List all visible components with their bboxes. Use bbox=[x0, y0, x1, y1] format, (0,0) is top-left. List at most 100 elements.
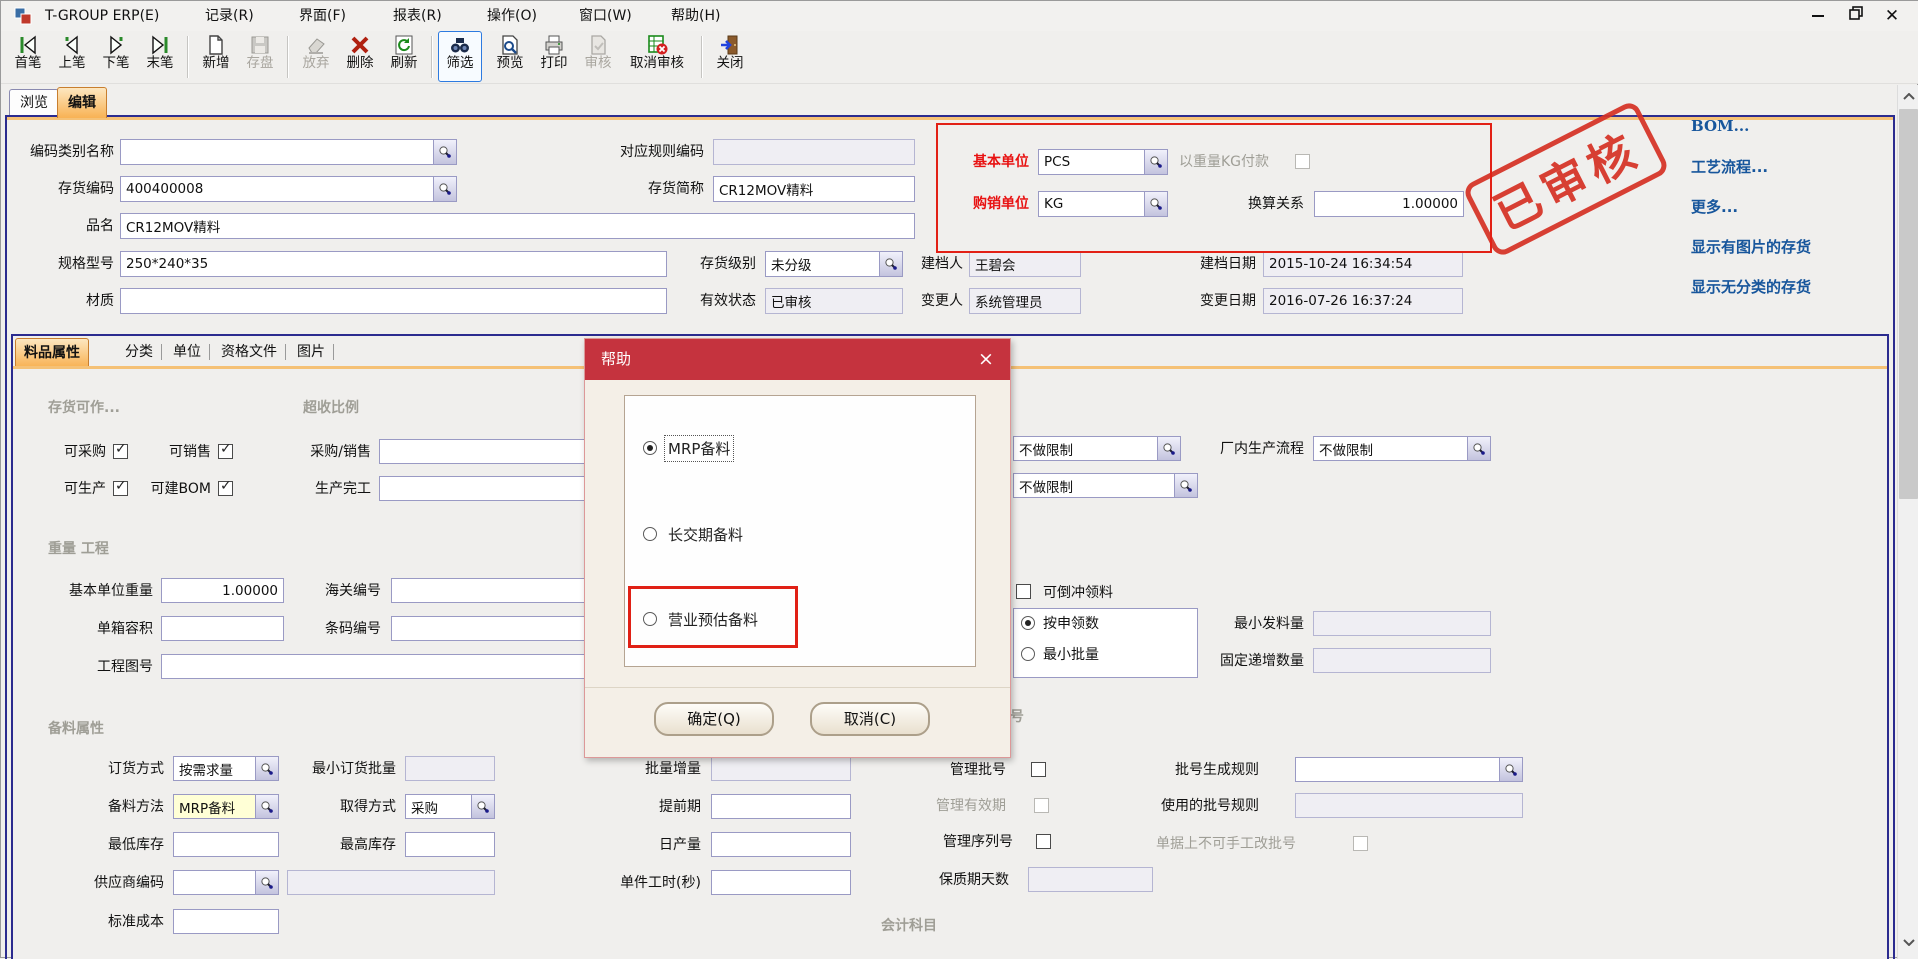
tab-browse[interactable]: 浏览 bbox=[9, 89, 59, 116]
menu-interface[interactable]: 界面(F) bbox=[293, 6, 352, 26]
toolbar-discard-button[interactable]: 放弃 bbox=[295, 32, 337, 81]
menu-window[interactable]: 窗口(W) bbox=[573, 6, 638, 26]
lookup-icon[interactable] bbox=[1144, 192, 1167, 216]
lookup-icon[interactable] bbox=[1144, 150, 1167, 174]
menu-record[interactable]: 记录(R) bbox=[199, 6, 260, 26]
base-unit-field[interactable]: PCS bbox=[1038, 149, 1168, 175]
menu-help[interactable]: 帮助(H) bbox=[665, 6, 726, 26]
lookup-icon[interactable] bbox=[255, 757, 278, 780]
can-sale-checkbox[interactable] bbox=[218, 444, 233, 459]
restore-icon[interactable] bbox=[1841, 5, 1871, 27]
lookup-icon[interactable] bbox=[1174, 474, 1197, 497]
batch-rule-field[interactable] bbox=[1295, 757, 1523, 782]
order-mode-field[interactable]: 按需求量 bbox=[173, 756, 279, 781]
unit-hours-field[interactable] bbox=[711, 870, 851, 895]
rule-code-field[interactable] bbox=[713, 139, 915, 165]
can-bom-checkbox[interactable] bbox=[218, 481, 233, 496]
subtab-item-attributes[interactable]: 料品属性 bbox=[15, 338, 89, 367]
link-show-with-images[interactable]: 显示有图片的存货 bbox=[1691, 236, 1811, 257]
lookup-icon[interactable] bbox=[471, 795, 494, 818]
supplier-code-field[interactable] bbox=[173, 870, 279, 895]
subtab-image[interactable]: 图片 bbox=[289, 338, 333, 366]
lookup-icon[interactable] bbox=[1157, 437, 1180, 460]
toolbar-delete-button[interactable]: 删除 bbox=[339, 32, 381, 81]
pay-by-kg-checkbox[interactable] bbox=[1295, 154, 1310, 169]
toolbar-print-button[interactable]: 打印 bbox=[533, 32, 575, 81]
min-stock-field[interactable] bbox=[173, 832, 279, 857]
backflush-checkbox[interactable] bbox=[1016, 584, 1031, 599]
link-more[interactable]: 更多... bbox=[1691, 196, 1738, 217]
manage-batch-checkbox[interactable] bbox=[1031, 762, 1046, 777]
link-bom[interactable]: BOM... bbox=[1691, 117, 1749, 135]
prep-method-field[interactable]: MRP备料 bbox=[173, 794, 279, 819]
dialog-close-icon[interactable]: × bbox=[974, 347, 998, 371]
dialog-cancel-button[interactable]: 取消(C) bbox=[810, 702, 930, 736]
inventory-code-field[interactable]: 400400008 bbox=[120, 176, 457, 202]
link-process-flow[interactable]: 工艺流程... bbox=[1691, 156, 1768, 177]
tab-edit[interactable]: 编辑 bbox=[57, 87, 107, 118]
mrp-option-radio[interactable] bbox=[643, 441, 657, 455]
material-field[interactable] bbox=[120, 288, 667, 314]
lookup-icon[interactable] bbox=[433, 140, 456, 164]
toolbar-prev-button[interactable]: 上笔 bbox=[51, 32, 93, 81]
toolbar-close-button[interactable]: 关闭 bbox=[709, 32, 751, 81]
close-icon[interactable]: ✕ bbox=[1877, 5, 1907, 27]
trade-unit-field[interactable]: KG bbox=[1038, 191, 1168, 217]
manage-expiry-checkbox[interactable] bbox=[1034, 798, 1049, 813]
mrp-option-label[interactable]: MRP备料 bbox=[665, 436, 733, 461]
no-manual-batch-checkbox[interactable] bbox=[1353, 836, 1368, 851]
max-stock-field[interactable] bbox=[405, 832, 495, 857]
business-forecast-option-radio[interactable] bbox=[643, 612, 657, 626]
minimize-icon[interactable] bbox=[1803, 5, 1833, 27]
code-category-field[interactable] bbox=[120, 139, 457, 165]
acquire-mode-field[interactable]: 采购 bbox=[405, 794, 495, 819]
subtab-category[interactable]: 分类 bbox=[117, 338, 161, 366]
lead-time-field[interactable] bbox=[711, 794, 851, 819]
can-produce-checkbox[interactable] bbox=[113, 481, 128, 496]
inventory-abbr-field[interactable]: CR12MOV精料 bbox=[713, 176, 915, 202]
limit-field-2[interactable]: 不做限制 bbox=[1013, 473, 1198, 498]
subtab-qualification[interactable]: 资格文件 bbox=[213, 338, 285, 366]
spec-field[interactable]: 250*240*35 bbox=[120, 251, 667, 277]
toolbar-audit-button[interactable]: 审核 bbox=[577, 32, 619, 81]
toolbar-last-button[interactable]: 末笔 bbox=[139, 32, 181, 81]
toolbar-refresh-button[interactable]: 刷新 bbox=[383, 32, 425, 81]
lookup-icon[interactable] bbox=[255, 871, 278, 894]
lookup-icon[interactable] bbox=[255, 795, 278, 818]
base-weight-field[interactable]: 1.00000 bbox=[161, 578, 284, 603]
toolbar-save-button[interactable]: 存盘 bbox=[239, 32, 281, 81]
toolbar-cancel-audit-button[interactable]: 取消审核 bbox=[621, 32, 693, 81]
manage-serial-checkbox[interactable] bbox=[1036, 834, 1051, 849]
conversion-field[interactable]: 1.00000 bbox=[1314, 191, 1464, 217]
factory-flow-field[interactable]: 不做限制 bbox=[1313, 436, 1491, 461]
scrollbar-down-icon[interactable] bbox=[1898, 931, 1918, 953]
inventory-level-field[interactable]: 未分级 bbox=[765, 251, 903, 277]
toolbar-new-button[interactable]: 新增 bbox=[195, 32, 237, 81]
toolbar-filter-button[interactable]: 筛选 bbox=[439, 32, 481, 81]
menu-app-title[interactable]: T-GROUP ERP(E) bbox=[39, 6, 165, 26]
menu-report[interactable]: 报表(R) bbox=[387, 6, 448, 26]
product-name-field[interactable]: CR12MOV精料 bbox=[120, 213, 915, 239]
std-cost-field[interactable] bbox=[173, 909, 279, 934]
dialog-ok-button[interactable]: 确定(Q) bbox=[654, 702, 774, 736]
link-show-unclassified[interactable]: 显示无分类的存货 bbox=[1691, 276, 1811, 297]
lookup-icon[interactable] bbox=[433, 177, 456, 201]
scrollbar-up-icon[interactable] bbox=[1898, 86, 1918, 108]
by-application-radio[interactable] bbox=[1021, 616, 1035, 630]
toolbar-preview-button[interactable]: 预览 bbox=[489, 32, 531, 81]
limit-field-1[interactable]: 不做限制 bbox=[1013, 436, 1181, 461]
can-purchase-checkbox[interactable] bbox=[113, 444, 128, 459]
menu-operation[interactable]: 操作(O) bbox=[481, 6, 543, 26]
long-cycle-option-radio[interactable] bbox=[643, 527, 657, 541]
lookup-icon[interactable] bbox=[1467, 437, 1490, 460]
box-volume-field[interactable] bbox=[161, 616, 284, 641]
toolbar-first-button[interactable]: 首笔 bbox=[7, 32, 49, 81]
subtab-unit[interactable]: 单位 bbox=[165, 338, 209, 366]
long-cycle-option-label[interactable]: 长交期备料 bbox=[665, 522, 746, 547]
business-forecast-option-label[interactable]: 营业预估备料 bbox=[665, 607, 761, 632]
lookup-icon[interactable] bbox=[1499, 758, 1522, 781]
toolbar-next-button[interactable]: 下笔 bbox=[95, 32, 137, 81]
scrollbar-thumb[interactable] bbox=[1899, 109, 1918, 499]
daily-output-field[interactable] bbox=[711, 832, 851, 857]
min-batch-radio[interactable] bbox=[1021, 647, 1035, 661]
